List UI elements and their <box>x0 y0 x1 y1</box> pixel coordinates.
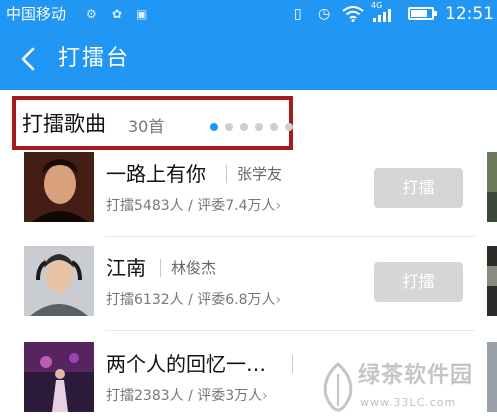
section-title: 打擂歌曲 <box>22 112 106 136</box>
song-stats[interactable]: 打擂6132人 / 评委6.8万人› <box>106 290 281 310</box>
watermark-text: 绿茶软件园 <box>358 363 474 388</box>
song-stats[interactable]: 打擂2383人 / 评委3万人› <box>106 386 268 406</box>
stats-text: 打擂6132人 / 评委6.8万人 <box>106 292 276 308</box>
battery-icon <box>408 7 437 20</box>
stats-text: 打擂2383人 / 评委3万人 <box>106 388 263 404</box>
leaf-logo-icon <box>323 362 353 412</box>
battery-level <box>411 10 427 17</box>
album-cover[interactable] <box>24 342 94 412</box>
chevron-right-icon: › <box>275 292 282 308</box>
song-stats[interactable]: 打擂5483人 / 评委7.4万人› <box>106 196 281 216</box>
sync-icon: ✿ <box>112 7 123 21</box>
signal-icon <box>373 9 391 22</box>
image-icon: ▣ <box>136 7 148 21</box>
vote-button[interactable]: 打擂 <box>374 168 463 208</box>
song-title: 一路上有你 <box>106 162 206 186</box>
divider <box>160 259 161 277</box>
chevron-right-icon: › <box>262 388 268 404</box>
section-header: 打擂歌曲 30首 <box>0 90 497 154</box>
song-row[interactable]: 江南 林俊杰 打擂6132人 / 评委6.8万人› 打擂 <box>0 246 497 331</box>
alarm-icon: ◷ <box>318 6 331 22</box>
artist-name: 张学友 <box>237 165 283 183</box>
song-row[interactable]: 一路上有你 张学友 打擂5483人 / 评委7.4万人› 打擂 <box>0 152 497 237</box>
chevron-left-icon[interactable] <box>16 46 42 72</box>
chevron-right-icon: › <box>275 198 282 214</box>
vibrate-icon: ▯ <box>294 6 302 22</box>
page-dot <box>270 123 278 131</box>
page-dot-active <box>210 123 218 131</box>
song-title: 江南 <box>106 256 146 280</box>
stats-text: 打擂5483人 / 评委7.4万人 <box>106 198 276 214</box>
divider <box>292 355 293 373</box>
song-count: 30首 <box>128 117 165 136</box>
vote-button[interactable]: 打擂 <box>374 262 463 302</box>
row-divider <box>105 330 475 331</box>
song-title: 两个人的回忆一… <box>106 352 266 376</box>
page-dot <box>240 123 248 131</box>
page-dot <box>285 123 293 131</box>
divider <box>226 165 227 183</box>
watermark-url: www.33LC.com <box>360 396 457 409</box>
title-bar: 打擂台 <box>0 28 497 90</box>
page-title: 打擂台 <box>58 46 131 71</box>
album-cover[interactable] <box>24 246 94 316</box>
row-divider <box>105 236 475 237</box>
artist-name: 林俊杰 <box>171 259 217 277</box>
next-card-image <box>487 246 497 316</box>
status-bar: 中国移动 ⚙ ✿ ▣ ▯ ◷ 4G 12:51 <box>0 0 497 28</box>
watermark: 绿茶软件园 www.33LC.com <box>318 356 497 420</box>
next-card-image <box>487 152 497 222</box>
clock: 12:51 <box>445 4 494 24</box>
carrier-name: 中国移动 <box>6 5 67 23</box>
page-dot <box>255 123 263 131</box>
album-cover[interactable] <box>24 152 94 222</box>
settings-icon: ⚙ <box>86 7 97 21</box>
wifi-icon <box>342 6 364 22</box>
page-dot <box>225 123 233 131</box>
